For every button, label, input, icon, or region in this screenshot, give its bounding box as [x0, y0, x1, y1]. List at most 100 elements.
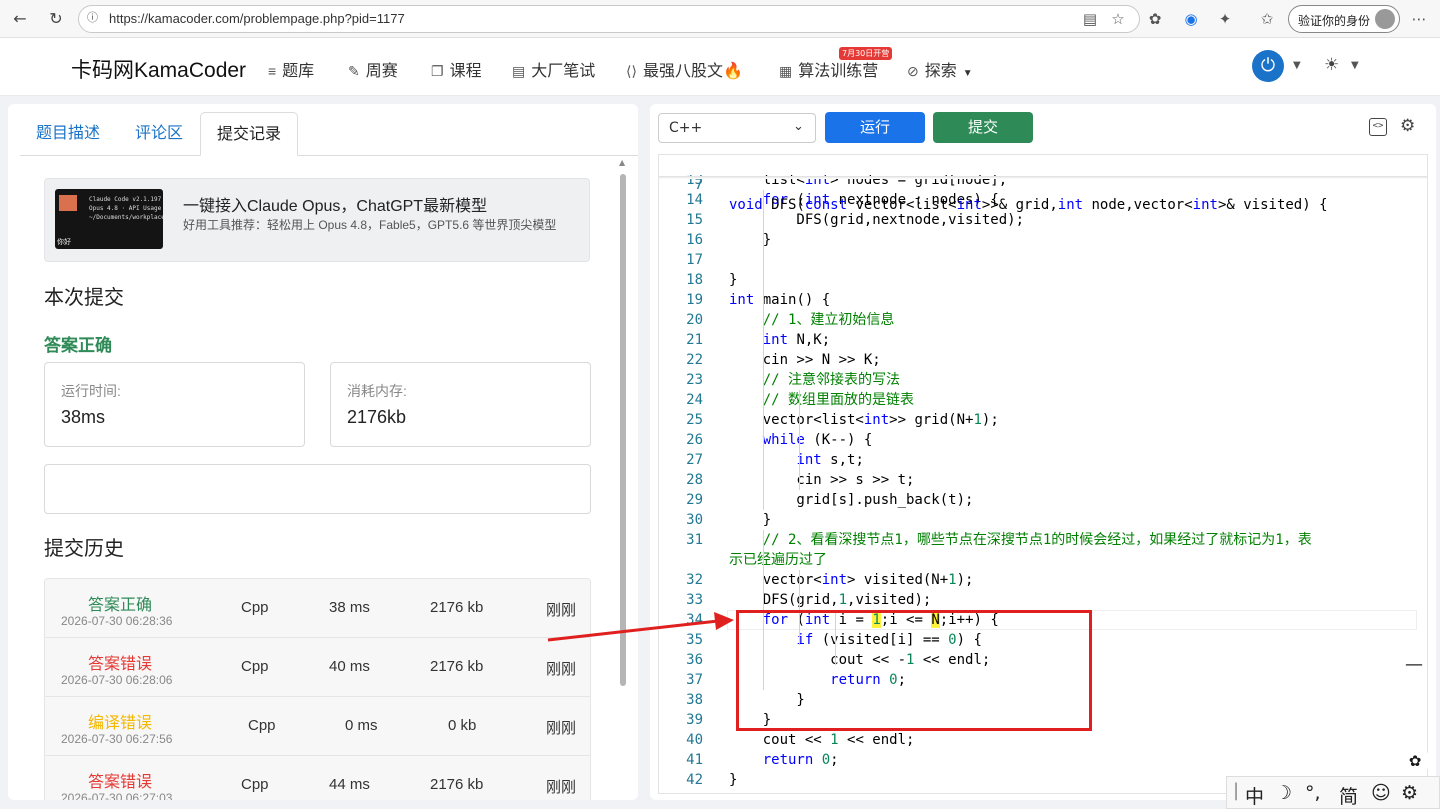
ime-handle-icon[interactable]: | [1233, 780, 1239, 801]
code-line[interactable]: 33 DFS(grid,1,visited); [659, 590, 1427, 610]
more-icon[interactable]: ⋯ [1408, 8, 1430, 30]
gear-icon[interactable]: ⚙ [1400, 116, 1415, 136]
ime-settings-icon[interactable]: ⚙ [1401, 782, 1418, 804]
copilot-brain-icon[interactable]: ✿ [1400, 746, 1430, 776]
line-number: 25 [686, 412, 703, 428]
language-select[interactable]: C++ ⌄ [658, 113, 816, 143]
user-power-icon[interactable]: ⏻ [1252, 50, 1284, 82]
ime-chinese[interactable]: 中 [1245, 782, 1264, 809]
line-number: 36 [686, 652, 703, 668]
line-number: 35 [686, 632, 703, 648]
code-line[interactable]: 20 // 1、建立初始信息 [659, 310, 1427, 330]
code-line[interactable]: 24 // 数组里面放的是链表 [659, 390, 1427, 410]
scrollbar-thumb[interactable] [620, 174, 626, 686]
back-icon[interactable]: ← [9, 8, 31, 30]
ime-emoji-icon[interactable]: ☺ [1371, 782, 1391, 804]
line-number: 34 [686, 612, 703, 628]
code-view-icon[interactable]: <> [1369, 118, 1387, 136]
nav-problems[interactable]: ≡ 题库 [268, 57, 314, 81]
code-text: } [729, 232, 772, 248]
run-button[interactable]: 运行 [825, 112, 925, 143]
code-text: vector<int> visited(N+1); [729, 572, 974, 588]
sticky-scroll-line[interactable]: 7 void DFS(const vector<list<int>>& grid… [659, 155, 1427, 213]
code-line[interactable]: 40 cout << 1 << endl; [659, 730, 1427, 750]
theme-sun-icon[interactable]: ☀ [1324, 55, 1339, 75]
nav-explore[interactable]: ⊘ 探索 ▼ [907, 57, 973, 81]
nav-courses[interactable]: ❐ 课程 [431, 57, 482, 81]
code-line[interactable]: 30 } [659, 510, 1427, 530]
avatar [1375, 9, 1395, 29]
code-line[interactable]: 示已经遍历过了 [659, 550, 1427, 570]
extension-icon[interactable]: ◉ [1180, 8, 1202, 30]
history-row[interactable]: 答案错误 2026-07-30 06:28:06 Cpp 40 ms 2176 kb 刚刚 [45, 638, 590, 697]
submit-button[interactable]: 提交 [933, 112, 1033, 143]
code-line[interactable]: 16 } [659, 230, 1427, 250]
line-number: 38 [686, 692, 703, 708]
history-when: 刚刚 [546, 661, 577, 678]
code-line[interactable]: 29 grid[s].push_back(t); [659, 490, 1427, 510]
code-line[interactable]: 26 while (K--) { [659, 430, 1427, 450]
ad-banner[interactable]: Claude Code v2.1.197 Opus 4.8 · API Usage… [44, 178, 590, 262]
code-line[interactable]: 19 int main() { [659, 290, 1427, 310]
code-line[interactable]: 28 cin >> s >> t; [659, 470, 1427, 490]
code-line[interactable]: 17 [659, 250, 1427, 270]
code-line[interactable]: 25 vector<list<int>> grid(N+1); [659, 410, 1427, 430]
ad-title[interactable]: 一键接入Claude Opus，ChatGPT最新模型 [183, 192, 487, 216]
tab-submissions[interactable]: 提交记录 [200, 112, 299, 156]
code-line[interactable]: 18} [659, 270, 1427, 290]
code-line[interactable]: 23 // 注意邻接表的写法 [659, 370, 1427, 390]
document-icon: ▤ [512, 63, 526, 79]
chevron-down-icon[interactable]: ▼ [1293, 60, 1301, 71]
annotation-red-box [736, 610, 1092, 731]
ime-punctuation[interactable]: °, [1305, 782, 1321, 804]
history-row[interactable]: 编译错误 2026-07-30 06:27:56 Cpp 0 ms 0 kb 刚刚 [45, 697, 590, 756]
line-number: 24 [686, 392, 703, 408]
address-bar[interactable]: ⓘ https://kamacoder.com/problempage.php?… [78, 5, 1140, 33]
history-status[interactable]: 答案错误 [88, 768, 152, 792]
nav-training-camp[interactable]: ▦ 算法训练营 [779, 57, 878, 81]
ime-simplified[interactable]: 简 [1339, 782, 1358, 809]
site-logo[interactable]: 卡码网KamaCoder [71, 54, 246, 84]
favorite-star-icon[interactable]: ☆ [1107, 8, 1129, 30]
line-number: 42 [686, 772, 703, 788]
nav-weekly-contest[interactable]: ✎ 周赛 [348, 57, 398, 81]
reader-icon[interactable]: ▤ [1079, 8, 1101, 30]
code-line[interactable]: 41 return 0; [659, 750, 1427, 770]
ad-thumbnail: Claude Code v2.1.197 Opus 4.8 · API Usage… [55, 189, 163, 249]
scrollbar[interactable]: ▲ [618, 156, 628, 800]
compass-icon: ⊘ [907, 63, 919, 79]
line-number: 23 [686, 372, 703, 388]
tab-comments[interactable]: 评论区 [119, 112, 199, 156]
history-status[interactable]: 答案正确 [88, 591, 152, 615]
copy-icon: ❐ [431, 63, 444, 79]
extension-brain-icon[interactable]: ✿ [1144, 8, 1166, 30]
pencil-icon: ✎ [348, 63, 360, 79]
runtime-box: 运行时间: 38ms [44, 362, 305, 447]
history-status[interactable]: 编译错误 [88, 709, 152, 733]
ime-moon-icon[interactable]: ☽ [1275, 782, 1292, 804]
runtime-label: 运行时间: [61, 383, 121, 399]
reload-icon[interactable]: ↻ [45, 8, 67, 30]
nav-written-tests[interactable]: ▤ 大厂笔试 [512, 57, 595, 81]
thumb-text: Claude Code v2.1.197 Opus 4.8 · API Usage… [89, 196, 163, 221]
code-line[interactable]: 22 cin >> N >> K; [659, 350, 1427, 370]
history-row[interactable]: 答案正确 2026-07-30 06:28:36 Cpp 38 ms 2176 kb 刚刚 [45, 579, 590, 638]
tab-description[interactable]: 题目描述 [20, 112, 116, 156]
history-row[interactable]: 答案错误 2026-07-30 06:27:03 Cpp 44 ms 2176 kb 刚刚 [45, 756, 590, 800]
favorites-icon[interactable]: ✩ [1256, 8, 1278, 30]
history-status[interactable]: 答案错误 [88, 650, 152, 674]
minimize-icon[interactable]: — [1405, 654, 1423, 675]
nav-interview-notes[interactable]: ⟨⟩ 最强八股文🔥 [626, 57, 743, 81]
code-line[interactable]: 27 int s,t; [659, 450, 1427, 470]
code-line[interactable]: 21 int N,K; [659, 330, 1427, 350]
profile-button[interactable]: 验证你的身份 [1288, 5, 1400, 33]
code-line[interactable]: 31 // 2、看看深搜节点1，哪些节点在深搜节点1的时候会经过，如果经过了就标… [659, 530, 1427, 550]
code-line[interactable]: 32 vector<int> visited(N+1); [659, 570, 1427, 590]
chevron-down-icon: ⌄ [793, 119, 804, 134]
memory-box: 消耗内存: 2176kb [330, 362, 591, 447]
extensions-puzzle-icon[interactable]: ✦ [1214, 8, 1236, 30]
chevron-down-icon[interactable]: ▼ [1351, 60, 1359, 71]
url-text[interactable]: https://kamacoder.com/problempage.php?pi… [109, 11, 405, 26]
scroll-up-icon[interactable]: ▲ [619, 158, 625, 167]
site-info-icon[interactable]: ⓘ [87, 11, 101, 25]
